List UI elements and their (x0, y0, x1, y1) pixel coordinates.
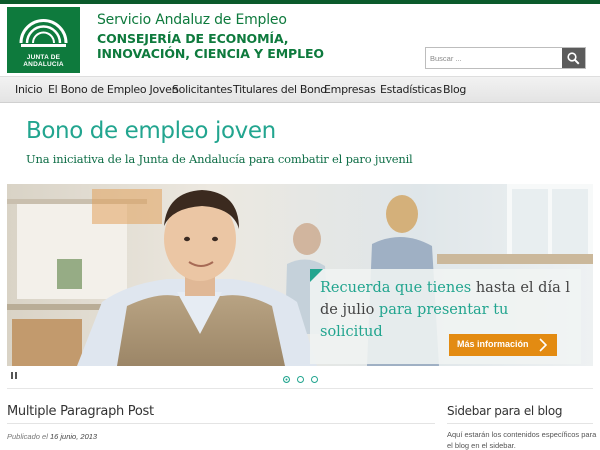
search-button[interactable] (562, 48, 585, 68)
nav-item-solicitantes[interactable]: Solicitantes (172, 83, 232, 96)
junta-logo[interactable]: JUNTA DE ANDALUCIA (7, 7, 80, 73)
search-icon (567, 52, 580, 65)
junta-emblem-icon (19, 19, 68, 47)
hero-subtitle: Una iniciativa de la Junta de Andalucía … (26, 152, 413, 166)
nav-item-bono[interactable]: El Bono de Empleo Joven (48, 83, 179, 96)
org-name[interactable]: Servicio Andaluz de Empleo (97, 12, 287, 28)
caption-part-1: Recuerda que tienes (320, 280, 476, 296)
slider-dot-1[interactable] (283, 376, 290, 383)
slider-dot-2[interactable] (297, 376, 304, 383)
site-header: JUNTA DE ANDALUCIA Servicio Andaluz de E… (0, 4, 600, 76)
post-title[interactable]: Multiple Paragraph Post (7, 404, 154, 419)
logo-text: JUNTA DE ANDALUCIA (23, 54, 64, 68)
nav-item-titulares[interactable]: Titulares del Bono (233, 83, 327, 96)
nav-item-empresas[interactable]: Empresas (324, 83, 376, 96)
department-name: CONSEJERÍA DE ECONOMÍA, INNOVACIÓN, CIEN… (97, 31, 324, 61)
chevron-right-icon (539, 338, 547, 352)
sidebar-text: Aquí estarán los contenidos específicos … (447, 430, 597, 450)
nav-item-estadisticas[interactable]: Estadísticas (380, 83, 442, 96)
search-input[interactable] (426, 48, 562, 68)
nav-item-inicio[interactable]: Inicio (15, 83, 43, 96)
post-date[interactable]: 16 junio, 2013 (50, 432, 97, 441)
pause-icon[interactable] (11, 372, 17, 379)
hero-title: Bono de empleo joven (26, 118, 276, 144)
slider-dots (283, 376, 323, 384)
slider-dot-3[interactable] (311, 376, 318, 383)
divider (7, 388, 593, 389)
nav-item-blog[interactable]: Blog (443, 83, 466, 96)
hero-slider[interactable]: Recuerda que tienes hasta el día l de ju… (7, 184, 593, 366)
post-meta-prefix: Publicado el (7, 432, 50, 441)
post-divider (7, 423, 435, 424)
main-nav: Inicio El Bono de Empleo Joven Solicitan… (0, 76, 600, 103)
sidebar-title: Sidebar para el blog (447, 404, 563, 418)
slide-caption: Recuerda que tienes hasta el día l de ju… (310, 269, 581, 364)
cta-label: Más información (457, 339, 529, 349)
search-box (425, 47, 586, 69)
post-meta: Publicado el 16 junio, 2013 (7, 432, 97, 441)
sidebar-divider (447, 423, 593, 424)
mas-informacion-button[interactable]: Más información (449, 334, 557, 356)
